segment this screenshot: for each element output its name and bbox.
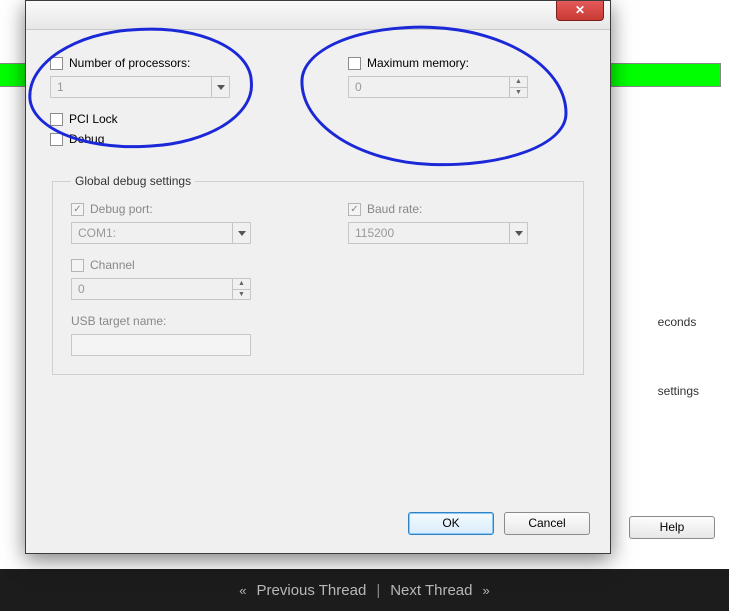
global-debug-settings-group: Global debug settings ✓ Debug port: COM1… [52,174,584,375]
parent-help-button[interactable]: Help [629,516,715,539]
pci-lock-label: PCI Lock [69,112,118,126]
boot-advanced-options-dialog: ✕ Number of processors: 1 PCI Lock [25,0,611,554]
pci-lock-checkbox[interactable] [50,113,63,126]
channel-spinner: 0 ▲ ▼ [71,278,251,300]
num-processors-value: 1 [57,80,64,94]
ok-button[interactable]: OK [408,512,494,535]
num-processors-label: Number of processors: [69,56,190,70]
spinner-down-icon[interactable]: ▼ [510,88,527,98]
max-memory-checkbox[interactable] [348,57,361,70]
baud-rate-value: 115200 [355,226,394,240]
usb-target-label: USB target name: [71,314,166,328]
double-chevron-right-icon: » [482,583,489,598]
num-processors-checkbox[interactable] [50,57,63,70]
separator: | [376,582,380,599]
chevron-down-icon [232,223,250,243]
debug-port-label: Debug port: [90,202,153,216]
num-processors-combo[interactable]: 1 [50,76,230,98]
next-thread-link[interactable]: Next Thread [390,582,472,599]
debug-port-value: COM1: [78,226,116,240]
chevron-down-icon [509,223,527,243]
channel-checkbox [71,259,84,272]
debug-port-combo: COM1: [71,222,251,244]
max-memory-value: 0 [355,80,362,94]
spinner-up-icon: ▲ [233,279,250,290]
parent-right-fragments: econds settings [658,315,699,453]
prev-thread-link[interactable]: Previous Thread [257,582,367,599]
max-memory-label: Maximum memory: [367,56,469,70]
baud-rate-checkbox: ✓ [348,203,361,216]
debug-label: Debug [69,132,104,146]
parent-left-fragments: t Tech (C ed o ns l bo inir lter ctiv et… [0,29,11,409]
usb-target-input [71,334,251,356]
double-chevron-left-icon: « [239,583,246,598]
baud-rate-combo: 115200 [348,222,528,244]
debug-checkbox[interactable] [50,133,63,146]
spinner-down-icon: ▼ [233,290,250,300]
spinner-up-icon[interactable]: ▲ [510,77,527,88]
cancel-button[interactable]: Cancel [504,512,590,535]
baud-rate-label: Baud rate: [367,202,422,216]
chevron-down-icon [211,77,229,97]
max-memory-spinner[interactable]: 0 ▲ ▼ [348,76,528,98]
dialog-titlebar: ✕ [26,1,610,30]
channel-value: 0 [78,282,85,296]
dialog-close-button[interactable]: ✕ [556,1,604,21]
thread-nav-bar: « Previous Thread | Next Thread » [0,569,729,611]
global-debug-legend: Global debug settings [71,174,195,188]
debug-port-checkbox: ✓ [71,203,84,216]
channel-label: Channel [90,258,135,272]
